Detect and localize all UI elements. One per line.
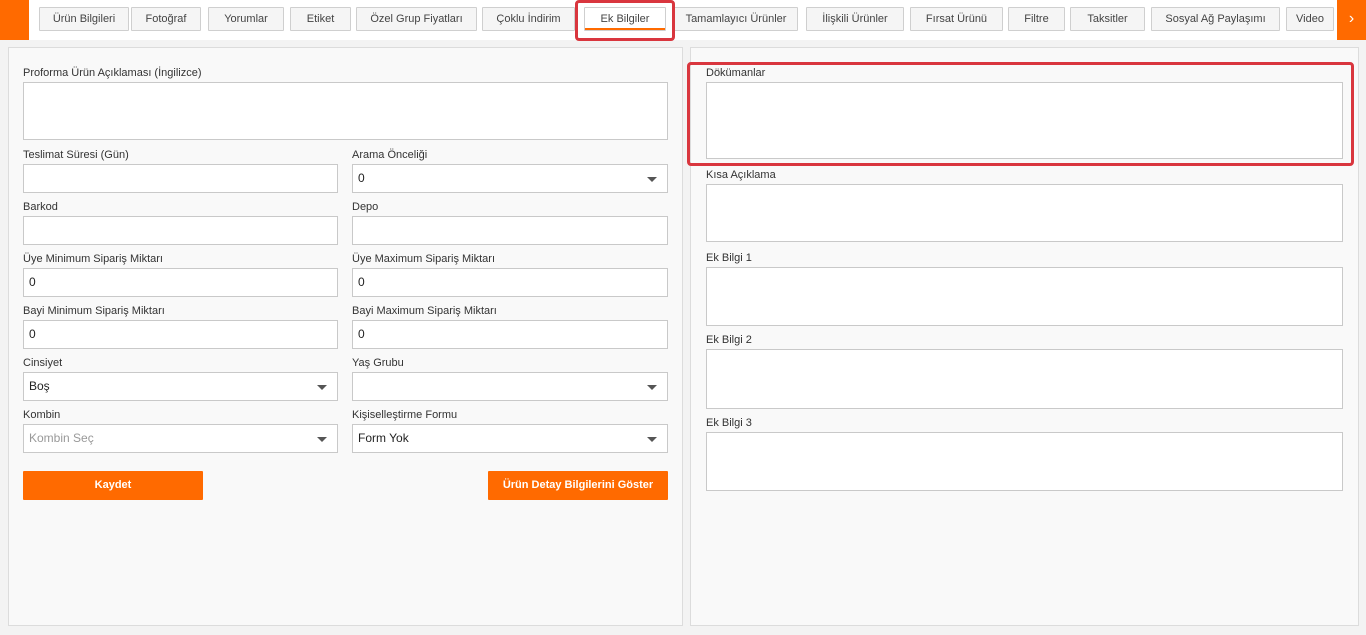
cinsiyet-select[interactable]: Boş (23, 372, 338, 401)
teslimat-input[interactable] (23, 164, 338, 193)
scroll-left-button[interactable] (0, 0, 29, 40)
yas-grubu-select[interactable] (352, 372, 668, 401)
kisisel-form-select[interactable]: Form Yok (352, 424, 668, 453)
barkod-label: Barkod (23, 201, 58, 213)
tab-taksitler[interactable]: Taksitler (1070, 7, 1145, 31)
tab-ozel-grup-fiyatlari[interactable]: Özel Grup Fiyatları (356, 7, 477, 31)
ek-bilgi-3-label: Ek Bilgi 3 (706, 417, 752, 429)
tab-etiket[interactable]: Etiket (290, 7, 351, 31)
proforma-textarea[interactable] (23, 82, 668, 140)
kombin-select[interactable]: Kombin Seç (23, 424, 338, 453)
tab-iliskili-urunler[interactable]: İlişkili Ürünler (806, 7, 904, 31)
show-details-button[interactable]: Ürün Detay Bilgilerini Göster (488, 471, 668, 500)
kisisel-form-label: Kişiselleştirme Formu (352, 409, 458, 421)
tab-sosyal-ag-paylasimi[interactable]: Sosyal Ağ Paylaşımı (1151, 7, 1280, 31)
cinsiyet-label: Cinsiyet (23, 357, 63, 369)
barkod-input[interactable] (23, 216, 338, 245)
kisa-aciklama-textarea[interactable] (706, 184, 1343, 242)
kombin-label: Kombin (23, 409, 61, 421)
tab-urun-bilgileri[interactable]: Ürün Bilgileri (39, 7, 129, 31)
ek-bilgi-2-textarea[interactable] (706, 349, 1343, 409)
bayi-min-label: Bayi Minimum Sipariş Miktarı (23, 305, 165, 317)
ek-bilgi-1-label: Ek Bilgi 1 (706, 252, 752, 264)
proforma-label: Proforma Ürün Açıklaması (İngilizce) (23, 67, 202, 79)
tab-coklu-indirim[interactable]: Çoklu İndirim (482, 7, 575, 31)
uye-min-input[interactable]: 0 (23, 268, 338, 297)
bayi-max-label: Bayi Maximum Sipariş Miktarı (352, 305, 497, 317)
tab-fotograf[interactable]: Fotoğraf (131, 7, 201, 31)
arama-select[interactable]: 0 (352, 164, 668, 193)
save-button[interactable]: Kaydet (23, 471, 203, 500)
tab-yorumlar[interactable]: Yorumlar (208, 7, 284, 31)
tab-filtre[interactable]: Filtre (1008, 7, 1065, 31)
tab-bar: Ürün Bilgileri Fotoğraf Yorumlar Etiket … (0, 0, 1366, 40)
ek-bilgi-3-textarea[interactable] (706, 432, 1343, 491)
uye-max-label: Üye Maximum Sipariş Miktarı (352, 253, 496, 265)
tab-firsat-urunu[interactable]: Fırsat Ürünü (910, 7, 1003, 31)
depo-label: Depo (352, 201, 379, 213)
arama-label: Arama Önceliği (352, 149, 428, 161)
uye-min-label: Üye Minimum Sipariş Miktarı (23, 253, 163, 265)
scroll-right-button[interactable]: › (1337, 0, 1366, 40)
tab-ek-bilgiler[interactable]: Ek Bilgiler (584, 7, 666, 31)
depo-input[interactable] (352, 216, 668, 245)
yas-grubu-label: Yaş Grubu (352, 357, 404, 369)
tab-tamamlayici-urunler[interactable]: Tamamlayıcı Ürünler (674, 7, 798, 31)
tab-video[interactable]: Video (1286, 7, 1334, 31)
bayi-max-input[interactable]: 0 (352, 320, 668, 349)
teslimat-label: Teslimat Süresi (Gün) (23, 149, 129, 161)
dokumanlar-textarea[interactable] (706, 82, 1343, 159)
ek-bilgi-2-label: Ek Bilgi 2 (706, 334, 752, 346)
kisa-aciklama-label: Kısa Açıklama (706, 169, 776, 181)
bayi-min-input[interactable]: 0 (23, 320, 338, 349)
ek-bilgi-1-textarea[interactable] (706, 267, 1343, 326)
dokumanlar-label: Dökümanlar (706, 67, 766, 79)
uye-max-input[interactable]: 0 (352, 268, 668, 297)
